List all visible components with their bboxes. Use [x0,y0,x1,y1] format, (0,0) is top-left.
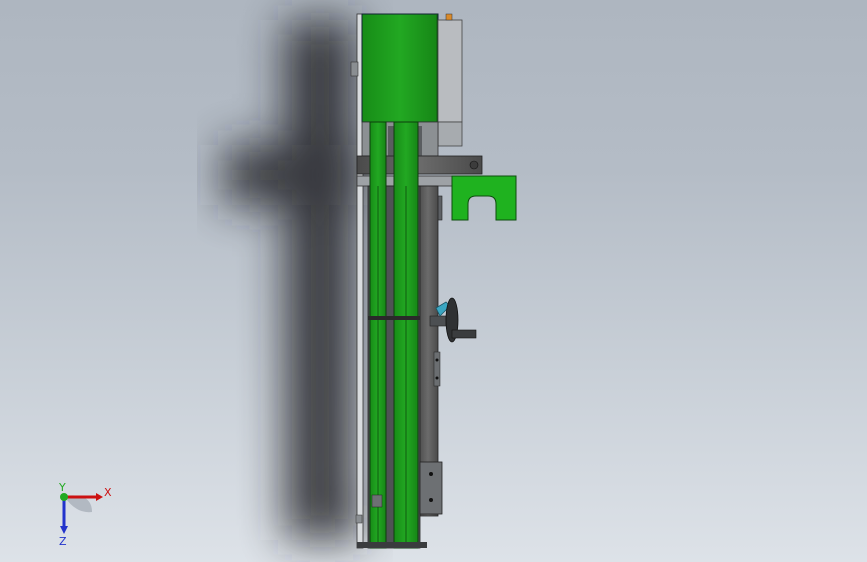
y-axis-label: Y [58,481,66,494]
gearbox-panel [437,19,463,123]
left-bracket [350,61,359,77]
coordinate-triad: X Y Z [58,481,112,548]
x-axis-label: X [104,486,112,499]
assembly-scene[interactable]: X Y Z [0,0,867,562]
conveyor-assembly[interactable] [350,13,517,549]
z-axis-label: Z [59,535,67,548]
y-axis-dot [60,493,68,501]
status-led [445,13,453,21]
model-shadow [225,20,365,540]
motor-housing[interactable] [361,13,439,123]
cad-graphics-viewport[interactable]: X Y Z [0,0,867,562]
side-mount-bracket[interactable] [451,175,517,221]
bottom-support [419,461,443,515]
